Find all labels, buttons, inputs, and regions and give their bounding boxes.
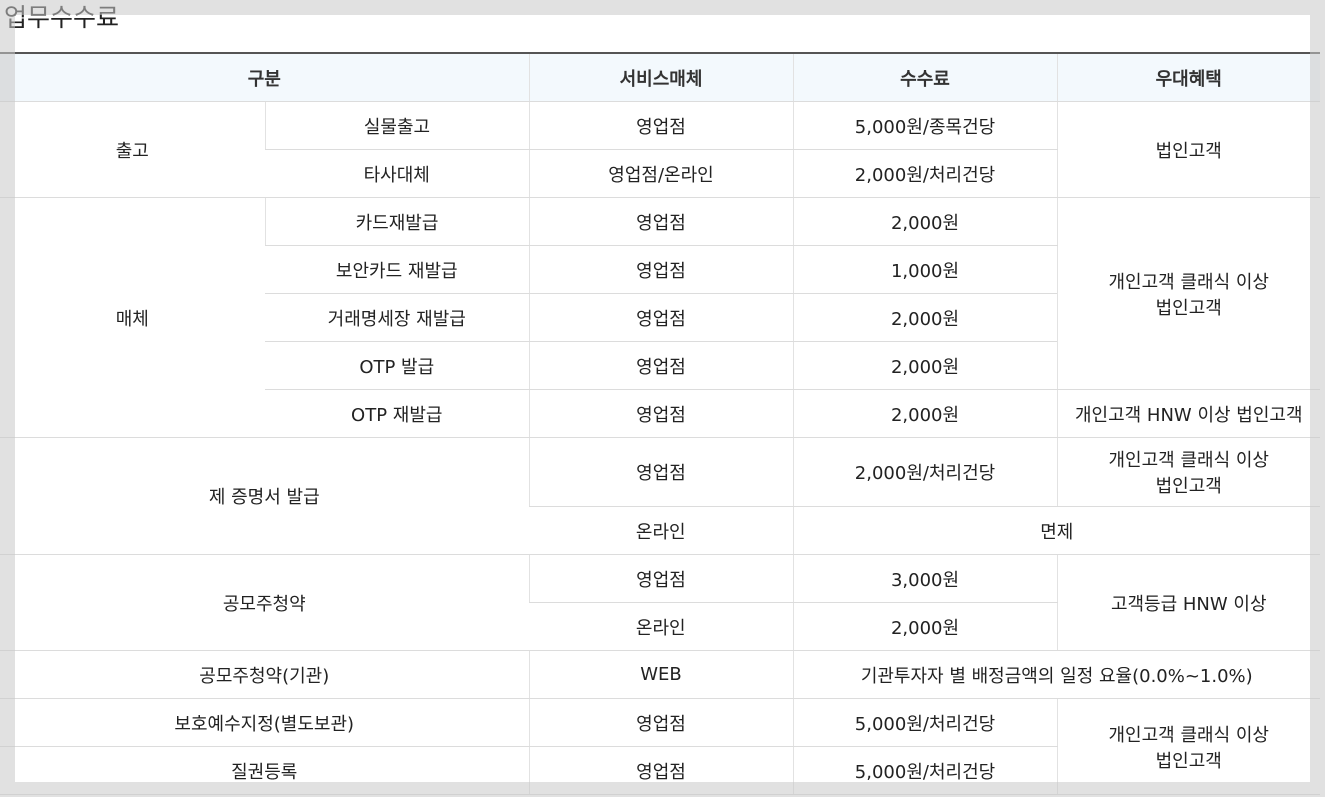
item-service: 영업점/온라인 [528,149,793,198]
benefit-line: 개인고객 클래식 이상 [1108,450,1269,471]
item-service: 영업점 [528,389,793,438]
header-category: 구분 [0,54,529,102]
item-fee: 2,000원 [792,602,1057,651]
category-cell: 질권등록 [0,746,529,795]
benefit-cell: 개인고객 클래식 이상 법인고객 [1056,197,1320,390]
table-header-row: 구분 서비스매체 수수료 우대혜택 [0,54,1320,102]
item-fee: 1,000원 [792,245,1057,294]
table-row: 공모주청약 영업점 3,000원 고객등급 HNW 이상 [0,554,1320,651]
benefit-line: 법인고객 [1155,476,1222,497]
table-row: 공모주청약(기관) WEB 기관투자자 별 배정금액의 일정 요율(0.0%~1… [0,650,1320,699]
item-fee: 기관투자자 별 배정금액의 일정 요율(0.0%~1.0%) [792,650,1320,699]
item-name: OTP 재발급 [265,389,529,438]
group-cell-maeche: 매체 [0,197,265,438]
item-fee: 3,000원 [792,554,1057,603]
item-service: WEB [528,650,793,699]
header-service: 서비스매체 [528,54,793,102]
header-benefit: 우대혜택 [1056,54,1320,102]
item-service: 영업점 [528,101,793,150]
table-row: 제 증명서 발급 영업점 2,000원/처리건당 개인고객 클래식 이상 법인고… [0,437,1320,555]
table-row: 출고 실물출고 영업점 5,000원/종목건당 법인고객 [0,101,1320,198]
table-row: 매체 카드재발급 영업점 2,000원 개인고객 클래식 이상 법인고객 [0,197,1320,438]
table-row: 보호예수지정(별도보관) 영업점 5,000원/처리건당 개인고객 클래식 이상… [0,698,1320,795]
item-name: 보안카드 재발급 [265,245,529,294]
item-name: 거래명세장 재발급 [265,293,529,342]
benefit-cell: 개인고객 HNW 이상 법인고객 [1056,389,1320,438]
item-name: 실물출고 [264,101,529,150]
item-name: 카드재발급 [264,197,529,246]
category-cell: 공모주청약 [0,554,529,651]
item-fee: 2,000원 [792,389,1057,438]
title-divider [0,52,1320,54]
item-fee: 5,000원/종목건당 [792,101,1057,150]
item-service: 온라인 [529,602,793,651]
header-fee: 수수료 [792,54,1057,102]
benefit-cell: 고객등급 HNW 이상 [1056,554,1320,651]
item-service: 영업점 [528,554,793,603]
item-fee: 2,000원/처리건당 [792,149,1057,198]
item-name: OTP 발급 [265,341,529,390]
item-service: 영업점 [528,245,793,294]
benefit-cell: 개인고객 클래식 이상 법인고객 [1056,437,1320,507]
item-fee: 5,000원/처리건당 [792,746,1057,795]
item-service: 온라인 [529,506,793,555]
item-service: 영업점 [528,341,793,390]
item-name: 타사대체 [265,149,529,198]
benefit-line: 법인고객 [1155,297,1222,319]
item-service: 영업점 [528,293,793,342]
item-fee: 면제 [792,506,1320,555]
item-fee: 5,000원/처리건당 [792,698,1057,747]
category-cell: 공모주청약(기관) [0,650,529,699]
category-cell: 제 증명서 발급 [0,437,529,555]
item-fee: 2,000원 [792,197,1057,246]
item-service: 영업점 [528,437,793,507]
benefit-cell: 개인고객 클래식 이상 법인고객 [1056,698,1320,795]
item-fee: 2,000원 [792,293,1057,342]
benefit-line: 법인고객 [1155,750,1222,772]
benefit-line: 개인고객 클래식 이상 [1108,271,1269,293]
item-service: 영업점 [528,197,793,246]
item-fee: 2,000원/처리건당 [792,437,1057,507]
page-title: 업무수수료 [4,3,120,32]
category-cell: 보호예수지정(별도보관) [0,698,529,747]
benefit-cell: 법인고객 [1056,101,1320,198]
item-service: 영업점 [528,746,793,795]
group-cell-chulgo: 출고 [0,101,265,198]
item-service: 영업점 [528,698,793,747]
fee-table: 구분 서비스매체 수수료 우대혜택 출고 실물출고 영업점 5,000원/종목건… [0,54,1320,795]
item-fee: 2,000원 [792,341,1057,390]
benefit-line: 개인고객 클래식 이상 [1108,724,1269,746]
